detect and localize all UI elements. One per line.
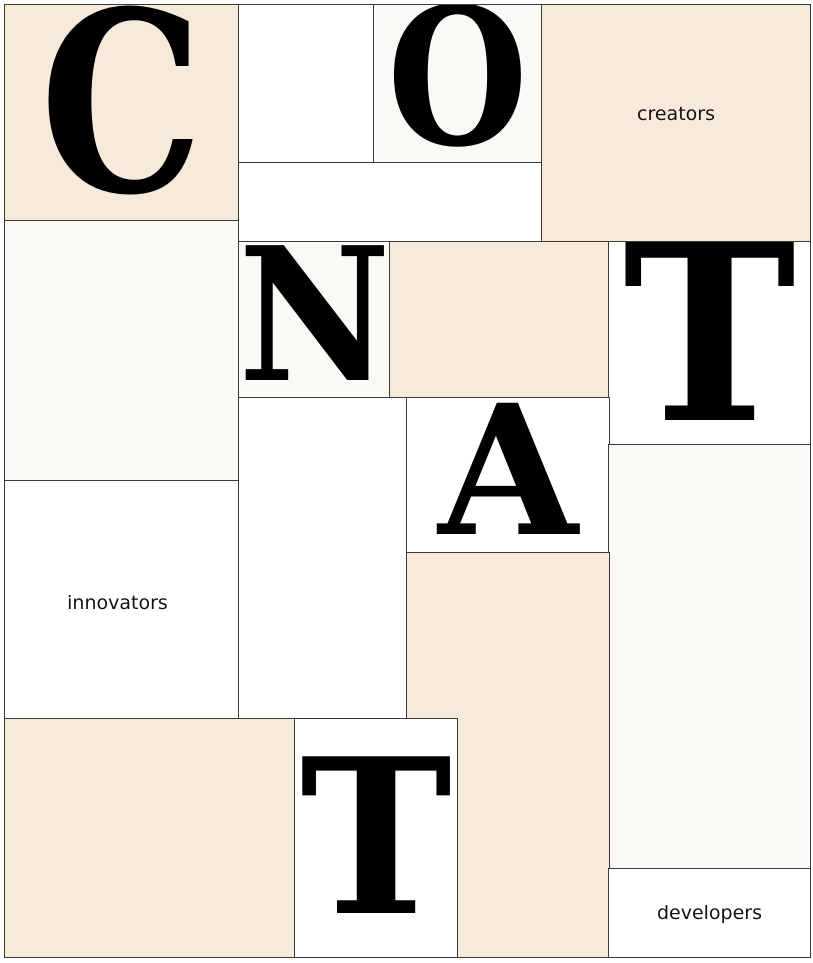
letter-t-right: T — [622, 241, 797, 446]
tile-blank-top-small — [238, 4, 375, 164]
tile-letter-a: A — [406, 397, 610, 554]
tile-letter-c-top: C — [4, 4, 239, 221]
tile-developers: developers — [608, 868, 811, 958]
tile-innovators: innovators — [4, 480, 239, 720]
letter-n: N — [238, 241, 391, 399]
tile-blank-left-middle — [4, 220, 239, 482]
tile-blank-center-tall — [238, 397, 408, 720]
tile-creators: creators — [541, 4, 811, 243]
letter-c-top: C — [39, 4, 204, 221]
tile-blank-right-tall — [608, 444, 811, 870]
letter-t-bottom: T — [300, 718, 452, 958]
tile-blank-peach-middle — [389, 241, 610, 399]
tile-blank-under-o — [238, 162, 542, 243]
tile-letter-t-right: T — [608, 241, 811, 446]
letter-c-lower: C — [425, 553, 591, 578]
tile-letter-n: N — [238, 241, 391, 399]
developers-label: developers — [656, 902, 763, 924]
tile-blank-bottom-left — [4, 718, 296, 958]
innovators-label: innovators — [67, 591, 168, 614]
creators-label: creators — [637, 102, 715, 125]
tile-letter-o: O — [373, 4, 542, 164]
contact-collage: C O creators N T A innovators C T develo… — [0, 0, 813, 963]
letter-o: O — [387, 4, 528, 164]
letter-a: A — [438, 397, 578, 554]
tile-letter-t-bottom: T — [294, 718, 458, 958]
